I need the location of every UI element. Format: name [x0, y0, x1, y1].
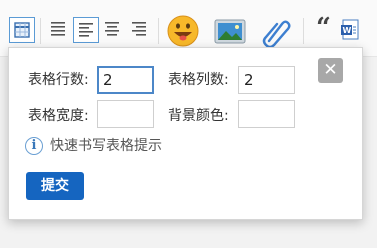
table-icon	[14, 22, 30, 38]
cols-label: 表格列数:	[168, 72, 229, 88]
bg-color-label: 背景颜色:	[168, 108, 229, 124]
align-right-button[interactable]	[127, 17, 153, 43]
align-center-button[interactable]	[100, 17, 126, 43]
image-icon	[214, 19, 246, 44]
toolbar-separator	[158, 18, 159, 44]
align-right-icon	[132, 22, 146, 36]
quote-button[interactable]: “	[310, 13, 336, 43]
quote-icon: “	[316, 13, 331, 43]
toolbar-separator	[303, 18, 304, 44]
image-button[interactable]	[214, 18, 246, 46]
submit-button[interactable]: 提交	[26, 172, 84, 200]
width-label: 表格宽度:	[28, 108, 89, 124]
svg-text:W: W	[343, 26, 352, 35]
attachment-button[interactable]	[260, 16, 292, 48]
emoji-icon	[167, 15, 199, 47]
toolbar-separator	[40, 18, 41, 44]
info-icon: i	[25, 137, 43, 155]
align-justify-button[interactable]	[46, 17, 72, 43]
close-button[interactable]: ✕	[318, 58, 343, 83]
table-insert-dialog: 表格行数: 表格列数: ✕ 表格宽度: 背景颜色: i 快速书写表格提示 提交	[8, 47, 363, 220]
cols-input[interactable]	[238, 66, 295, 94]
word-icon: W	[341, 19, 359, 40]
table-hint-link[interactable]: 快速书写表格提示	[50, 136, 162, 156]
align-left-icon	[79, 23, 93, 37]
width-input[interactable]	[97, 100, 154, 128]
table-button[interactable]	[9, 17, 35, 43]
align-center-icon	[105, 22, 119, 36]
emoji-button[interactable]	[166, 14, 200, 48]
align-justify-icon	[51, 22, 65, 36]
align-left-button[interactable]	[73, 17, 99, 43]
close-icon: ✕	[323, 60, 338, 80]
rows-input[interactable]	[97, 66, 154, 94]
attachment-icon	[262, 20, 291, 48]
word-button[interactable]: W	[338, 17, 364, 43]
bg-color-input[interactable]	[238, 100, 295, 128]
rows-label: 表格行数:	[28, 72, 89, 88]
